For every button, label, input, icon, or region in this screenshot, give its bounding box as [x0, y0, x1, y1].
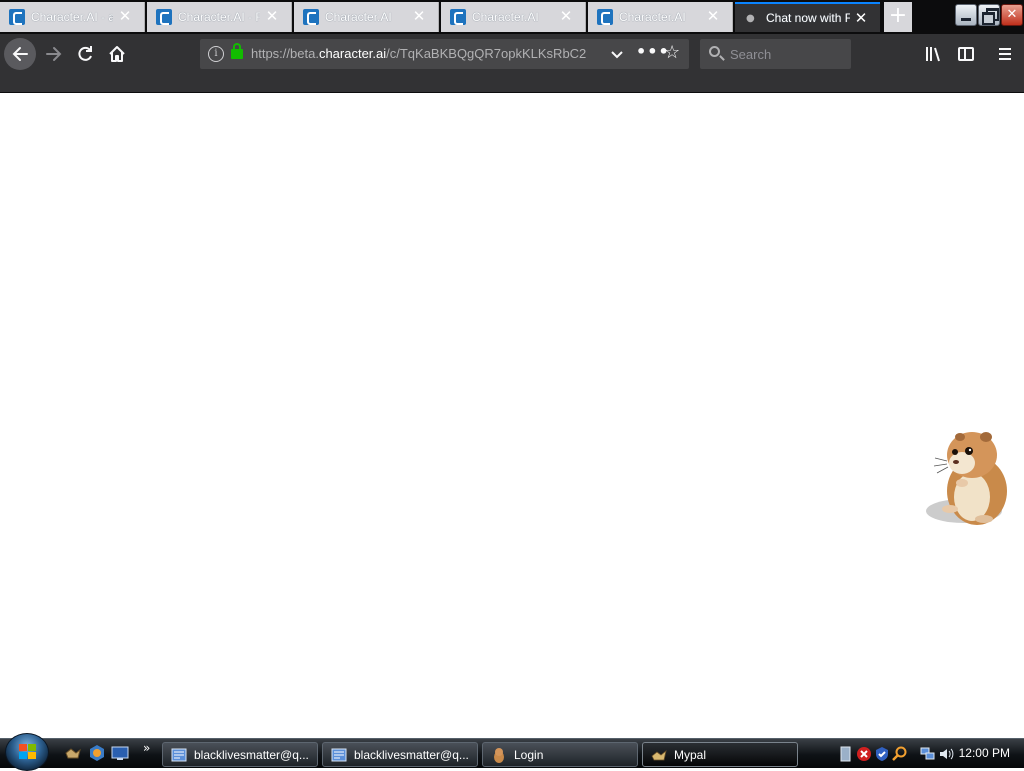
close-tab-icon[interactable]: ✕ [854, 11, 868, 26]
home-icon [109, 46, 125, 62]
search-input[interactable] [730, 45, 840, 63]
tab-3[interactable]: Character.AI ✕ [294, 2, 439, 32]
window-minimize-button[interactable] [955, 4, 977, 26]
show-desktop-icon[interactable] [111, 744, 129, 762]
library-icon [926, 47, 940, 62]
character-ai-favicon-icon [597, 9, 613, 25]
lock-icon[interactable] [231, 43, 243, 59]
quick-launch-app-icon[interactable] [64, 744, 82, 762]
close-tab-icon[interactable]: ✕ [412, 9, 426, 24]
close-tab-icon[interactable]: ✕ [706, 9, 720, 24]
network-drive-icon[interactable] [838, 746, 854, 762]
quick-launch-browser-icon[interactable] [88, 744, 106, 762]
chevron-down-icon[interactable] [609, 44, 625, 68]
sidebar-button[interactable] [950, 38, 982, 70]
close-tab-icon[interactable]: ✕ [118, 9, 132, 24]
tab-5[interactable]: Character.AI ✕ [588, 2, 733, 32]
hamburger-menu-icon [999, 48, 1011, 60]
window-close-button[interactable] [1001, 4, 1023, 26]
taskbar-item-4-active[interactable]: Mypal [642, 742, 798, 767]
url-text[interactable]: https://beta.character.ai/c/TqKaBKBQgQR7… [251, 46, 602, 61]
star-icon[interactable]: ☆ [664, 42, 680, 63]
antivirus-icon[interactable] [874, 746, 890, 762]
hamster-pet-image[interactable] [922, 423, 1014, 533]
forward-button[interactable] [38, 38, 70, 70]
mail-app-icon [171, 747, 187, 763]
tab-title: Character.AI [325, 10, 392, 24]
new-tab-button[interactable]: + [884, 2, 912, 32]
back-arrow-icon [12, 47, 28, 61]
tab-1[interactable]: Character.AI - a ✕ [0, 2, 145, 32]
tab-4[interactable]: Character.AI ✕ [441, 2, 586, 32]
system-tray: 12:00 PM [834, 741, 1024, 767]
reload-button[interactable] [69, 38, 101, 70]
tab-title: Character.AI [472, 10, 539, 24]
tab-strip: Character.AI - a ✕ Character.AI - R ✕ Ch… [0, 0, 1024, 34]
system-clock[interactable]: 12:00 PM [959, 746, 1010, 760]
reload-icon [78, 46, 92, 61]
tab-title: Chat now with F [766, 11, 850, 25]
toolbar-spacer [0, 74, 1024, 93]
tab-title: Character.AI - a [31, 10, 113, 24]
tab-title: Character.AI - R [178, 10, 260, 24]
taskbar-item-2[interactable]: blacklivesmatter@q... [322, 742, 478, 767]
close-tab-icon[interactable]: ✕ [265, 9, 279, 24]
search-box[interactable] [700, 39, 851, 69]
search-icon [709, 46, 720, 57]
mail-app-icon [331, 747, 347, 763]
character-ai-favicon-icon [450, 9, 466, 25]
character-ai-favicon-icon [9, 9, 25, 25]
start-button[interactable] [5, 733, 49, 771]
character-ai-favicon-icon [156, 9, 172, 25]
taskbar-item-1[interactable]: blacklivesmatter@q... [162, 742, 318, 767]
taskbar-item-3[interactable]: Login [482, 742, 638, 767]
hamster-app-icon [491, 747, 507, 763]
info-icon[interactable]: i [208, 46, 224, 62]
home-button[interactable] [101, 38, 133, 70]
search-tray-icon[interactable] [892, 746, 908, 762]
loading-dot-icon: ● [746, 12, 755, 24]
character-ai-favicon-icon [303, 9, 319, 25]
sidebar-icon [958, 47, 974, 61]
close-tab-icon[interactable]: ✕ [559, 9, 573, 24]
library-button[interactable] [918, 38, 950, 70]
menu-button[interactable] [989, 38, 1021, 70]
security-alert-icon[interactable] [856, 746, 872, 762]
tab-6-active[interactable]: ● Chat now with F ✕ [735, 2, 880, 32]
mypal-browser-icon [651, 747, 667, 763]
back-button[interactable] [4, 38, 36, 70]
tab-2[interactable]: Character.AI - R ✕ [147, 2, 292, 32]
quick-launch-more-icon[interactable]: » [143, 741, 150, 755]
navigation-toolbar: i https://beta.character.ai/c/TqKaBKBQgQ… [0, 34, 1024, 74]
page-content [0, 93, 1024, 738]
windows-taskbar: » blacklivesmatter@q... blacklivesmatter… [0, 733, 1024, 771]
forward-arrow-icon [46, 47, 62, 61]
windows-logo-icon [19, 744, 37, 760]
address-bar[interactable]: i https://beta.character.ai/c/TqKaBKBQgQ… [200, 39, 689, 69]
window-restore-button[interactable] [978, 4, 1000, 26]
tab-title: Character.AI [619, 10, 686, 24]
network-icon[interactable] [920, 746, 936, 762]
volume-icon[interactable] [938, 746, 954, 762]
